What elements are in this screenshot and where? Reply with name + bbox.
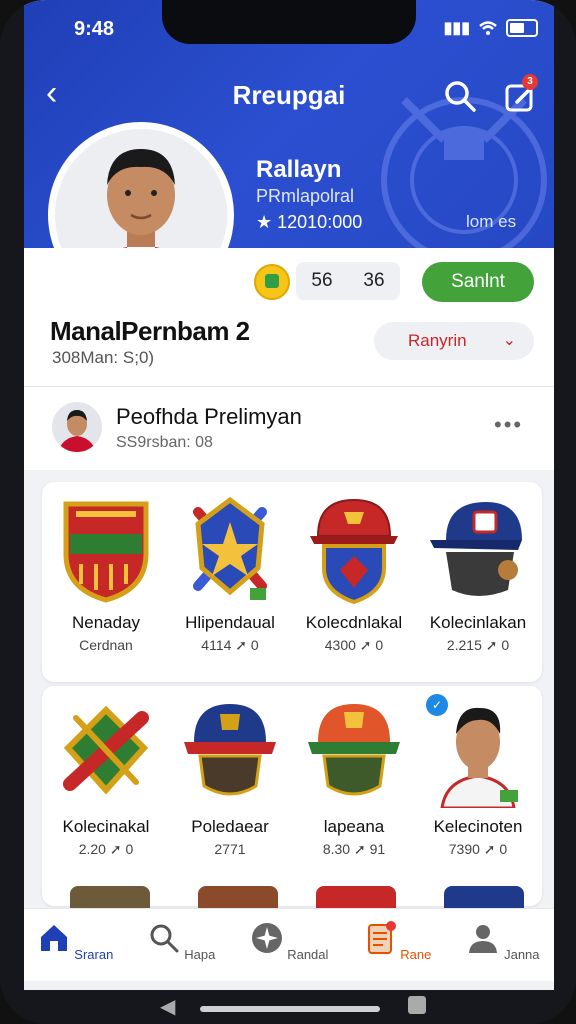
- item-meta: 8.30 ➚ 91: [322, 841, 386, 857]
- peek-item: [198, 886, 278, 910]
- nav-label: Sraran: [74, 947, 114, 962]
- phone-frame: 9:48 ▮▮▮ ‹ Rreupgai 3 ✔ Rallayn: [0, 0, 576, 1024]
- profile-name: Rallayn: [256, 156, 342, 183]
- item-name: Kolecdnlakal: [305, 613, 403, 632]
- system-recents-button[interactable]: [408, 996, 426, 1014]
- item-name: Kolecinlakan: [429, 613, 527, 632]
- nav-label: Hapa: [184, 947, 216, 962]
- nav-item-compass[interactable]: Randal: [244, 921, 334, 962]
- cap-mask-icon: [430, 502, 522, 596]
- dropdown-value: Ranyrin: [408, 331, 467, 350]
- collection-title: ManalPernbam 2: [50, 316, 250, 346]
- owner-subtitle: SS9rsban: 08: [116, 434, 213, 451]
- list-icon: [367, 921, 396, 954]
- nav-label: Randal: [287, 947, 329, 962]
- nav-label: Janna: [504, 947, 540, 962]
- system-back-button[interactable]: ◀: [160, 994, 175, 1019]
- home-indicator[interactable]: [200, 1006, 380, 1012]
- nav-item-home[interactable]: Sraran: [30, 921, 120, 962]
- peek-item: [316, 886, 396, 910]
- person-icon: [469, 925, 498, 953]
- more-options-icon[interactable]: •••: [494, 412, 523, 438]
- home-icon: [40, 925, 67, 951]
- profile-score: ★ 12010:000: [256, 212, 363, 232]
- item-meta: 2.20 ➚ 0: [78, 841, 134, 857]
- item-name: Kolecinakal: [62, 817, 150, 836]
- nav-item-search[interactable]: Hapa: [136, 921, 226, 962]
- owner-portrait: [58, 410, 96, 452]
- screen: 9:48 ▮▮▮ ‹ Rreupgai 3 ✔ Rallayn: [24, 0, 554, 990]
- peek-item: [70, 886, 150, 910]
- camera-notch: [162, 0, 416, 44]
- item-name: Nenaday: [71, 613, 141, 632]
- collection-subtitle: 308Man: S;0): [52, 348, 155, 367]
- compass-icon: [251, 923, 282, 953]
- divider: [24, 386, 554, 387]
- owner-avatar[interactable]: [52, 402, 102, 452]
- nav-label: Rane: [400, 947, 432, 962]
- shield-icon: [63, 501, 149, 603]
- bat-badge-icon: [63, 705, 149, 795]
- cap-blue-icon: [184, 704, 276, 796]
- bottom-nav: Sraran Hapa Randal Rane Janna: [24, 908, 554, 981]
- stats-counter: 56 36: [296, 262, 400, 300]
- cap-shield-icon: [310, 498, 398, 605]
- save-button[interactable]: Sanlnt: [422, 262, 534, 302]
- star-shield-icon: [193, 496, 267, 600]
- coin-icon: [254, 264, 290, 300]
- list-item[interactable]: Kolecdnlakal 4300 ➚ 0: [292, 494, 416, 654]
- owner-name: Peofhda Prelimyan: [116, 404, 302, 429]
- verified-icon: ✓: [426, 694, 448, 716]
- nav-item-profile[interactable]: Janna: [458, 921, 548, 962]
- stat-right: 36: [363, 270, 385, 291]
- nav-item-list[interactable]: Rane: [352, 921, 442, 962]
- signal-icon: ▮▮▮: [443, 20, 470, 37]
- item-meta: 7390 ➚ 0: [448, 841, 508, 857]
- list-item[interactable]: Kolecinlakan 2.215 ➚ 0: [416, 494, 540, 654]
- list-item[interactable]: Kolecinakal 2.20 ➚ 0: [44, 698, 168, 858]
- search-icon: [150, 924, 179, 953]
- item-meta: 4114 ➚ 0: [201, 637, 259, 653]
- list-item[interactable]: Hlipendaual 4114 ➚ 0: [168, 494, 292, 654]
- sort-dropdown[interactable]: Ranyrin ⌄: [374, 322, 534, 360]
- battery-icon: [506, 19, 538, 37]
- peek-item: [444, 886, 524, 910]
- item-name: Hlipendaual: [185, 613, 275, 632]
- item-name: Kelecinoten: [433, 817, 523, 836]
- item-meta: 2.215 ➚ 0: [446, 637, 510, 653]
- stat-left: 56: [311, 270, 333, 291]
- list-item[interactable]: Nenaday Cerdnan: [44, 494, 168, 653]
- list-item[interactable]: Poledaear 2771: [168, 698, 292, 857]
- cap-orange-icon: [308, 704, 400, 796]
- item-name: lapeana: [323, 817, 385, 836]
- list-item[interactable]: Kelecinoten 7390 ➚ 0: [416, 698, 540, 858]
- list-item[interactable]: lapeana 8.30 ➚ 91: [292, 698, 416, 858]
- item-meta: Cerdnan: [79, 637, 133, 653]
- items-card-1: Nenaday Cerdnan Hlipendaual 4114 ➚ 0 Kol…: [42, 482, 542, 682]
- items-card-2: Kolecinakal 2.20 ➚ 0 Poledaear 2771 lape…: [42, 686, 542, 906]
- item-meta: 2771: [214, 841, 246, 857]
- search-icon[interactable]: [442, 78, 478, 114]
- player-card-icon: [440, 707, 518, 810]
- status-time: 9:48: [74, 18, 115, 40]
- hero-right-label: lom es: [466, 212, 517, 231]
- notification-badge: 3: [522, 74, 538, 90]
- wifi-icon: [479, 21, 497, 35]
- status-icons: ▮▮▮: [444, 18, 538, 38]
- profile-role: PRmlapolral: [256, 186, 355, 206]
- item-meta: 4300 ➚ 0: [324, 637, 384, 653]
- item-name: Poledaear: [191, 817, 269, 836]
- chevron-down-icon: ⌄: [502, 332, 516, 349]
